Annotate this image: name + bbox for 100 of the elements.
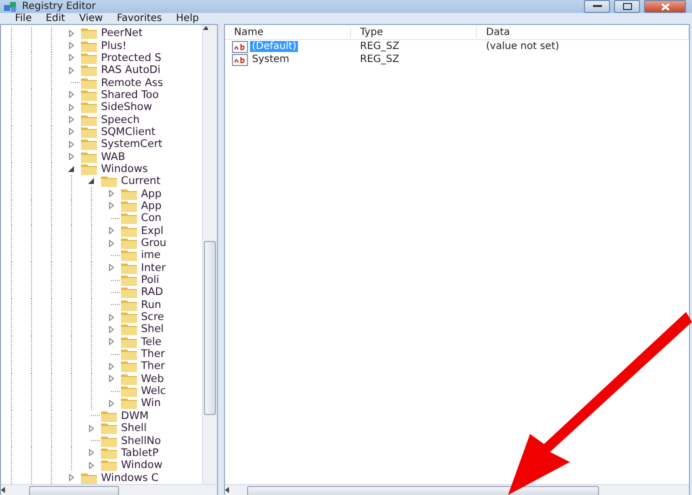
- tree-item[interactable]: Plus!: [101, 40, 127, 52]
- value-data: (value not set): [485, 41, 560, 52]
- collapsed-node-icon[interactable]: [108, 240, 114, 247]
- tree-item[interactable]: Shared Too: [101, 88, 159, 101]
- folder-icon: [101, 410, 117, 422]
- tree-item[interactable]: ime: [141, 249, 161, 262]
- collapsed-node-icon[interactable]: [108, 190, 114, 198]
- menu-item[interactable]: File: [8, 13, 39, 24]
- tree-item[interactable]: Protected S: [101, 52, 162, 64]
- maximize-button[interactable]: [614, 0, 640, 13]
- tree-item[interactable]: Speech: [101, 114, 140, 126]
- collapsed-node-icon[interactable]: [108, 338, 114, 346]
- value-type: REG_SZ: [359, 41, 400, 52]
- scroll-arrow-icon[interactable]: [1, 487, 6, 494]
- folder-icon: [121, 200, 137, 212]
- tree-item[interactable]: DWM: [121, 410, 149, 422]
- tree-item[interactable]: Expl: [141, 224, 164, 237]
- tree-item[interactable]: Web: [141, 372, 164, 385]
- collapsed-node-icon[interactable]: [88, 462, 94, 469]
- tree-item[interactable]: RAD: [141, 286, 164, 298]
- collapsed-node-icon[interactable]: [68, 153, 74, 160]
- column-header[interactable]: Data: [477, 26, 689, 38]
- tree-item[interactable]: Current: [121, 175, 160, 188]
- tree-item[interactable]: Windows C: [101, 472, 159, 484]
- tree-item[interactable]: Welc: [141, 385, 166, 398]
- collapsed-node-icon[interactable]: [108, 264, 114, 272]
- tree-item[interactable]: Ther: [141, 348, 165, 360]
- tree-item[interactable]: WAB: [101, 150, 126, 163]
- collapsed-node-icon[interactable]: [108, 227, 114, 234]
- menu-item[interactable]: Favorites: [110, 13, 170, 24]
- tree-item[interactable]: RAS AutoDi: [101, 64, 160, 76]
- collapsed-node-icon[interactable]: [108, 362, 114, 370]
- scroll-arrow-icon[interactable]: [225, 487, 230, 494]
- collapsed-node-icon[interactable]: [68, 91, 74, 98]
- collapsed-node-icon[interactable]: [68, 128, 74, 136]
- tree-item[interactable]: Shel: [141, 323, 164, 336]
- collapsed-node-icon[interactable]: [68, 66, 74, 74]
- tree-item[interactable]: Run: [141, 298, 162, 311]
- close-button[interactable]: [644, 0, 686, 13]
- expanded-node-icon[interactable]: [88, 178, 94, 184]
- string-value-icon: [232, 54, 248, 66]
- tree-item[interactable]: Win: [141, 397, 161, 410]
- menu-item[interactable]: Help: [169, 13, 206, 24]
- collapsed-node-icon[interactable]: [88, 424, 94, 432]
- tree-item[interactable]: App: [141, 200, 162, 212]
- vertical-scrollbar[interactable]: [202, 25, 217, 484]
- tree-item[interactable]: Grou: [141, 237, 166, 250]
- collapsed-node-icon[interactable]: [108, 375, 114, 382]
- folder-icon: [121, 323, 137, 336]
- value-type: REG_SZ: [359, 54, 400, 65]
- folder-icon: [81, 76, 97, 89]
- folder-icon: [101, 446, 117, 459]
- horizontal-scrollbar[interactable]: [225, 484, 689, 495]
- tree-item[interactable]: App: [141, 188, 162, 200]
- collapsed-node-icon[interactable]: [68, 54, 74, 62]
- minimize-button[interactable]: [584, 0, 610, 13]
- folder-icon: [101, 422, 117, 434]
- collapsed-node-icon[interactable]: [68, 30, 74, 37]
- tree-item[interactable]: PeerNet: [101, 27, 143, 40]
- tree-item[interactable]: SQMClient: [101, 126, 156, 138]
- collapsed-node-icon[interactable]: [108, 400, 114, 407]
- tree-item[interactable]: SystemCert: [101, 138, 162, 150]
- tree-item[interactable]: Inter: [141, 262, 166, 274]
- menu-item[interactable]: View: [72, 13, 110, 24]
- folder-icon: [81, 162, 97, 175]
- tree-item[interactable]: Windows: [101, 162, 148, 175]
- tree-item[interactable]: Con: [141, 212, 162, 224]
- folder-icon: [121, 224, 137, 237]
- collapsed-node-icon[interactable]: [108, 202, 114, 210]
- tree-item[interactable]: ShellNo: [121, 434, 161, 447]
- collapsed-node-icon[interactable]: [108, 326, 114, 333]
- column-header[interactable]: Type: [351, 26, 477, 38]
- tree-item[interactable]: Poli: [141, 274, 160, 286]
- maximize-icon: [622, 3, 632, 10]
- tree-item[interactable]: Shell: [121, 422, 147, 434]
- tree-item[interactable]: Ther: [141, 360, 165, 372]
- folder-icon: [121, 262, 137, 274]
- scroll-arrow-icon[interactable]: [203, 25, 208, 31]
- folder-icon: [121, 311, 137, 324]
- expanded-node-icon[interactable]: [68, 166, 74, 172]
- collapsed-node-icon[interactable]: [88, 449, 94, 456]
- minimize-icon: [592, 5, 602, 8]
- collapsed-node-icon[interactable]: [68, 42, 74, 50]
- tree-item[interactable]: Remote Ass: [101, 76, 163, 89]
- tree-item[interactable]: Scre: [141, 311, 164, 324]
- collapsed-node-icon[interactable]: [108, 314, 114, 321]
- column-header[interactable]: Name: [225, 26, 351, 38]
- collapsed-node-icon[interactable]: [68, 104, 74, 111]
- value-name[interactable]: System: [250, 54, 292, 65]
- tree-item[interactable]: TabletP: [121, 446, 159, 459]
- folder-icon: [101, 459, 117, 472]
- tree-item[interactable]: Tele: [141, 336, 162, 348]
- horizontal-scrollbar[interactable]: [1, 484, 217, 495]
- collapsed-node-icon[interactable]: [68, 474, 74, 482]
- tree-item[interactable]: Window: [121, 459, 162, 472]
- menu-item[interactable]: Edit: [38, 13, 72, 24]
- tree-item[interactable]: SideShow: [101, 101, 152, 114]
- collapsed-node-icon[interactable]: [68, 140, 74, 148]
- folder-icon: [81, 52, 97, 64]
- collapsed-node-icon[interactable]: [68, 116, 74, 124]
